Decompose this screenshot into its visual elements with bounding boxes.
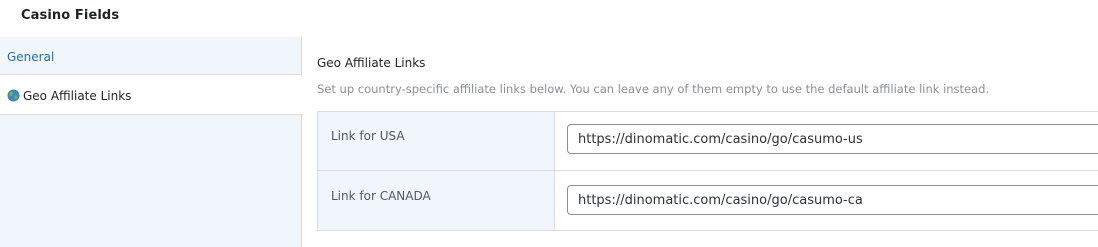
section-title: Geo Affiliate Links xyxy=(317,56,426,70)
field-label-cell: Link for USA xyxy=(318,112,555,170)
metabox-title: Casino Fields xyxy=(21,8,120,23)
field-row-usa: Link for USA xyxy=(318,112,1098,171)
tab-geo-label: Geo Affiliate Links xyxy=(23,89,132,103)
tab-content-panel: Geo Affiliate Links Set up country-speci… xyxy=(303,37,1098,247)
tab-geo-affiliate-links[interactable]: Geo Affiliate Links xyxy=(0,75,303,115)
field-label-usa: Link for USA xyxy=(331,129,405,143)
field-row-canada: Link for CANADA xyxy=(318,171,1098,230)
tabs-sidebar: General Geo Affiliate Links xyxy=(0,37,303,247)
field-label-canada: Link for CANADA xyxy=(331,189,431,203)
field-label-cell: Link for CANADA xyxy=(318,171,555,230)
section-description: Set up country-specific affiliate links … xyxy=(317,82,990,96)
usa-link-input[interactable] xyxy=(567,124,1098,154)
globe-icon xyxy=(7,89,20,102)
metabox-header: Casino Fields xyxy=(0,0,1098,34)
tab-general[interactable]: General xyxy=(0,37,302,75)
tab-general-label: General xyxy=(7,50,55,64)
canada-link-input[interactable] xyxy=(567,185,1098,215)
casino-fields-metabox: Casino Fields General Geo Affiliate Link… xyxy=(0,0,1098,247)
fields-table: Link for USA Link for CANADA xyxy=(317,111,1098,231)
